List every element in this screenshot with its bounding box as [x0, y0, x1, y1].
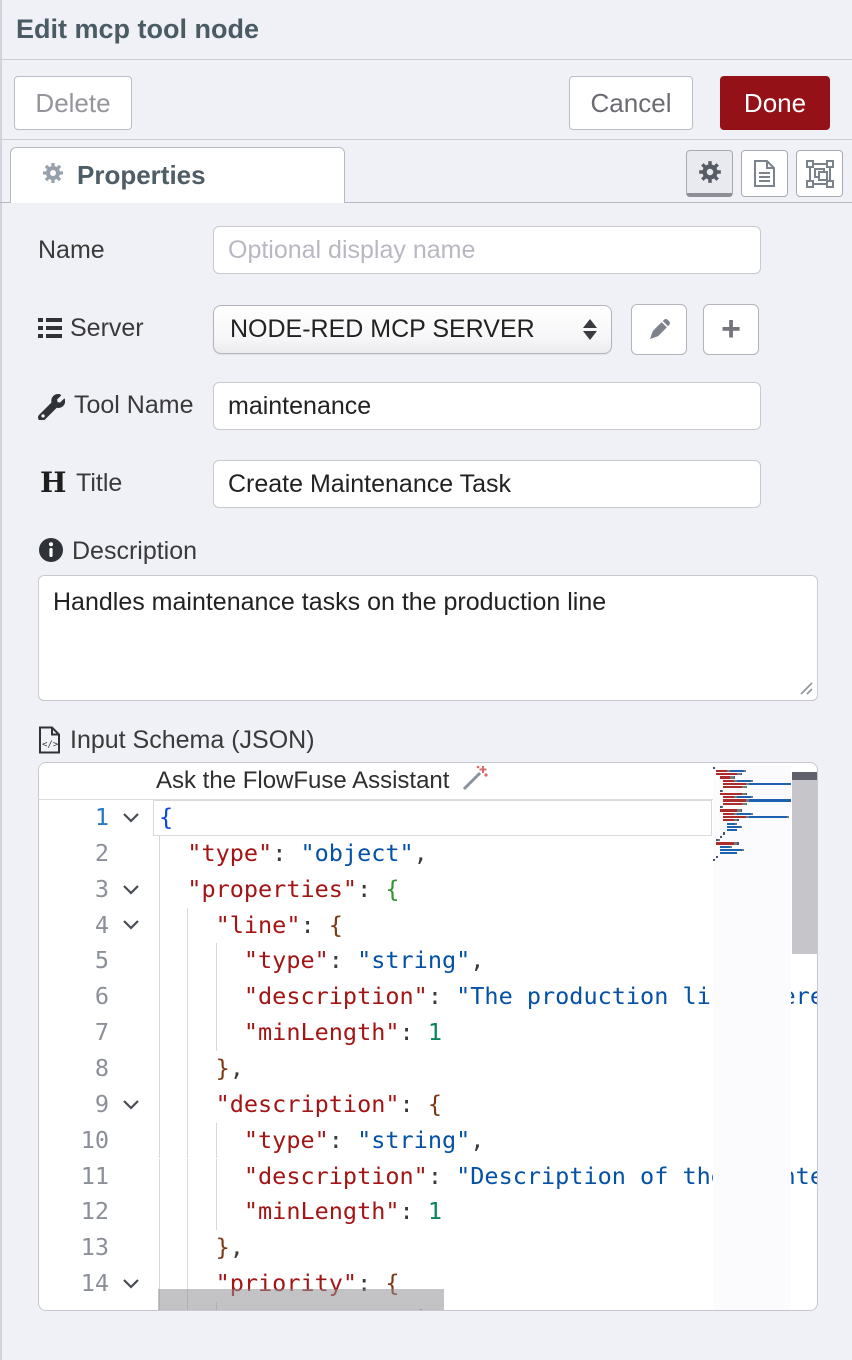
fold-chevron-icon[interactable] [117, 1087, 145, 1123]
wrench-icon [38, 393, 65, 425]
code-line[interactable]: 6 "description": "The production line wh… [39, 979, 713, 1015]
cancel-button[interactable]: Cancel [569, 76, 693, 130]
title-input[interactable] [213, 460, 761, 508]
description-textarea[interactable]: Handles maintenance tasks on the product… [38, 575, 818, 701]
name-input[interactable] [213, 226, 761, 274]
heading-icon: H [40, 466, 66, 499]
minimap[interactable] [713, 766, 791, 1310]
add-server-button[interactable]: + [703, 304, 759, 355]
input-schema-label: Input Schema (JSON) [70, 725, 315, 755]
gear-icon [41, 161, 65, 190]
line-number: 15 [39, 1302, 109, 1311]
info-icon [38, 537, 64, 568]
svg-text:</>: </> [42, 740, 59, 750]
dialog-toolbar: Delete Cancel Done [0, 61, 852, 140]
line-number: 3 [39, 872, 109, 908]
properties-form: Name Server NODE-RED MCP SERVER + Tool N… [0, 203, 852, 762]
line-number: 14 [39, 1266, 109, 1302]
tab-properties-label: Properties [77, 160, 206, 191]
minimap-line [713, 858, 791, 861]
fold-chevron-icon[interactable] [117, 908, 145, 944]
json-schema-editor[interactable]: Ask the FlowFuse Assistant 1{2 "type": "… [38, 762, 818, 1311]
dialog-header: Edit mcp tool node [0, 0, 852, 60]
description-panel-button[interactable] [741, 150, 788, 197]
scrollbar-cap [792, 772, 817, 780]
code-line[interactable]: 13 }, [39, 1230, 713, 1266]
tab-properties[interactable]: Properties [10, 147, 345, 203]
code-line[interactable]: 3 "properties": { [39, 872, 713, 908]
title-label: Title [76, 468, 122, 498]
line-number: 8 [39, 1051, 109, 1087]
line-number: 7 [39, 1015, 109, 1051]
fold-chevron-icon[interactable] [117, 872, 145, 908]
document-icon [752, 159, 777, 188]
line-number: 5 [39, 943, 109, 979]
line-number: 1 [39, 800, 109, 836]
assistant-bar[interactable]: Ask the FlowFuse Assistant [39, 763, 713, 800]
code-line[interactable]: 10 "type": "string", [39, 1123, 713, 1159]
pencil-icon [647, 318, 671, 342]
appearance-panel-button[interactable] [796, 150, 843, 197]
edit-server-button[interactable] [631, 304, 687, 355]
code-line[interactable]: 5 "type": "string", [39, 943, 713, 979]
code-area[interactable]: 1{2 "type": "object",3 "properties": {4 … [39, 763, 713, 1311]
line-number: 11 [39, 1159, 109, 1195]
vertical-scrollbar[interactable] [792, 772, 817, 954]
code-line[interactable]: 11 "description": "Description of the ma… [39, 1159, 713, 1195]
line-number: 4 [39, 908, 109, 944]
tool-name-input[interactable] [213, 382, 761, 430]
code-line[interactable]: 2 "type": "object", [39, 836, 713, 872]
line-number: 13 [39, 1230, 109, 1266]
resize-handle[interactable] [799, 681, 813, 695]
code-line[interactable]: 12 "minLength": 1 [39, 1194, 713, 1230]
code-line[interactable]: 4 "line": { [39, 908, 713, 944]
description-label: Description [72, 536, 197, 566]
description-field-wrap: Handles maintenance tasks on the product… [38, 575, 818, 701]
appearance-icon [805, 159, 835, 189]
code-line[interactable]: 7 "minLength": 1 [39, 1015, 713, 1051]
line-number: 2 [39, 836, 109, 872]
file-code-icon: </> [38, 726, 61, 759]
delete-button[interactable]: Delete [14, 76, 132, 130]
fold-chevron-icon[interactable] [117, 800, 145, 836]
plus-icon: + [721, 310, 741, 349]
name-label: Name [38, 235, 105, 265]
select-arrows-icon [583, 306, 597, 353]
fold-chevron-icon[interactable] [117, 1266, 145, 1302]
magic-wand-icon [459, 764, 489, 799]
server-list-icon [38, 317, 62, 344]
code-line[interactable]: 8 }, [39, 1051, 713, 1087]
edit-node-dialog: { "window": { "title": "Edit mcp tool no… [0, 0, 852, 1360]
line-number: 9 [39, 1087, 109, 1123]
tool-name-label: Tool Name [74, 390, 194, 420]
assistant-label: Ask the FlowFuse Assistant [156, 767, 449, 795]
server-select[interactable]: NODE-RED MCP SERVER [213, 305, 612, 354]
code-line[interactable]: 9 "description": { [39, 1087, 713, 1123]
vertical-scrollbar-thumb[interactable] [792, 780, 817, 954]
line-number: 6 [39, 979, 109, 1015]
line-number: 12 [39, 1194, 109, 1230]
dialog-title: Edit mcp tool node [16, 0, 259, 58]
properties-panel-button[interactable] [686, 150, 733, 197]
done-button[interactable]: Done [720, 76, 830, 130]
line-number: 10 [39, 1123, 109, 1159]
tab-bar: Properties [0, 141, 852, 203]
horizontal-scrollbar-thumb[interactable] [158, 1289, 444, 1311]
code-line[interactable]: 1{ [39, 800, 713, 836]
server-select-value: NODE-RED MCP SERVER [230, 315, 535, 344]
server-label: Server [70, 313, 144, 343]
